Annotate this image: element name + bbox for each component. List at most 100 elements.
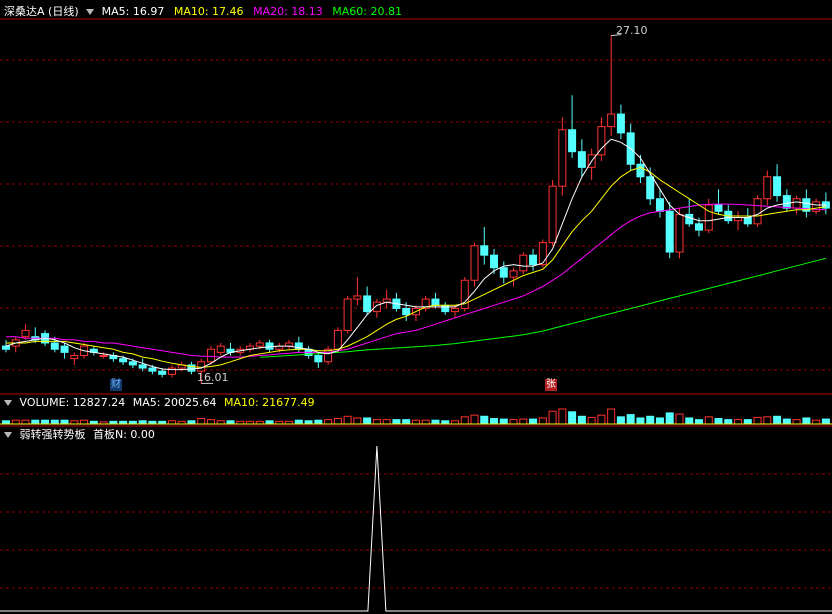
candle-body — [314, 355, 323, 363]
indicator-name: 弱转强转势板 — [19, 428, 86, 441]
stock-name: 深桑达A — [4, 5, 45, 18]
candle-body — [792, 198, 801, 209]
volume-bar — [558, 408, 567, 425]
volume-bar — [480, 415, 489, 425]
candle-body — [343, 298, 352, 331]
volume-bar — [763, 416, 772, 425]
volume-bar — [636, 417, 645, 425]
candle-body — [138, 364, 147, 369]
indicator-dropdown-arrow-icon[interactable] — [4, 432, 12, 438]
candle-body — [577, 151, 586, 168]
candle-body — [499, 267, 508, 278]
price-header: 深桑达A (日线) MA5: 16.97 MA10: 17.46 MA20: 1… — [4, 5, 402, 19]
candle-body — [2, 345, 10, 350]
candle-body — [734, 217, 743, 222]
volume-bar — [343, 415, 352, 425]
indicator-header: 弱转强转势板 首板N: 0.00 — [4, 428, 155, 442]
volume-bar — [460, 416, 469, 425]
volume-bar — [734, 419, 743, 425]
candle-body — [704, 204, 713, 231]
candle-body — [548, 185, 557, 244]
volume-bar — [675, 413, 684, 425]
volume-bar — [314, 419, 323, 425]
volume-bar — [743, 419, 752, 425]
volume-bar — [50, 419, 59, 425]
volume-bar — [402, 419, 411, 425]
volume-header: VOLUME: 12827.24 MA5: 20025.64 MA10: 216… — [4, 396, 315, 410]
ma10-line — [6, 166, 826, 368]
candle-body — [646, 176, 655, 200]
limit-up-marker[interactable]: 张 — [545, 379, 557, 391]
grid-lines — [0, 18, 832, 589]
candle-body — [60, 345, 69, 353]
finance-marker[interactable]: 财 — [110, 379, 122, 391]
volume-bar — [529, 418, 538, 425]
volume-bar — [80, 419, 89, 425]
volume-bar — [626, 414, 635, 425]
candle-body — [743, 217, 752, 225]
low-price-label: 16.01 — [197, 371, 229, 384]
candle-body — [450, 307, 459, 313]
volume-bar — [519, 418, 528, 425]
volume-bar — [490, 418, 499, 425]
candle-body — [333, 329, 342, 350]
volume-bar — [802, 417, 811, 425]
volume-bar — [646, 415, 655, 425]
volume-bar — [470, 414, 479, 425]
candle-body — [21, 329, 30, 338]
volume-bar — [724, 419, 733, 425]
candle-body — [636, 163, 645, 178]
volume-bar — [31, 419, 40, 425]
candle-body — [753, 198, 762, 225]
volume-bar — [655, 417, 664, 425]
candle-body — [773, 176, 782, 197]
volume-bar — [431, 419, 440, 425]
volume-bar — [704, 416, 713, 425]
volume-bar — [694, 419, 703, 425]
volume-bar — [548, 410, 557, 425]
candle-body — [441, 304, 450, 313]
candle-body — [70, 355, 79, 360]
ma5-line — [5, 138, 826, 371]
volume-bar — [685, 417, 694, 425]
volume-bar — [294, 419, 303, 425]
candle-body — [353, 295, 362, 300]
volume-ma10: MA10: 21677.49 — [223, 396, 315, 409]
period-label: (日线) — [48, 5, 79, 18]
candle-body — [558, 129, 567, 187]
candle-body — [99, 355, 108, 358]
volume-bar — [499, 418, 508, 425]
volume-bar — [538, 417, 547, 425]
ma-lines — [5, 138, 827, 371]
candle-body — [372, 301, 381, 313]
volume-bar — [665, 412, 674, 425]
candle-body — [685, 213, 694, 225]
volume-bar — [568, 411, 577, 425]
indicator-param: 首板N: 0.00 — [93, 428, 155, 441]
candle-body — [597, 126, 606, 156]
volume-bar — [382, 419, 391, 425]
volume-bar — [714, 418, 723, 425]
candle-body — [694, 223, 703, 231]
volume-bar — [607, 408, 616, 425]
ma5-label: MA5: 16.97 — [101, 5, 165, 18]
candle-body — [519, 254, 528, 272]
volume-bar — [587, 416, 596, 425]
kline-chart[interactable] — [0, 0, 832, 614]
volume-bar — [812, 419, 821, 425]
volume-bar — [411, 419, 420, 425]
volume-bar — [333, 418, 342, 425]
candle-body — [616, 113, 625, 134]
candle-body — [255, 342, 264, 347]
volume-bar — [324, 419, 333, 425]
volume-bar — [21, 419, 30, 425]
candle-body — [655, 198, 664, 212]
ma10-label: MA10: 17.46 — [173, 5, 244, 18]
candle-body — [607, 113, 616, 128]
dropdown-arrow-icon[interactable] — [86, 9, 95, 15]
volume-bar — [197, 418, 206, 425]
candle-body — [128, 361, 137, 366]
candle-body — [665, 210, 674, 253]
volume-ma5: MA5: 20025.64 — [132, 396, 217, 409]
volume-dropdown-arrow-icon[interactable] — [4, 400, 12, 406]
